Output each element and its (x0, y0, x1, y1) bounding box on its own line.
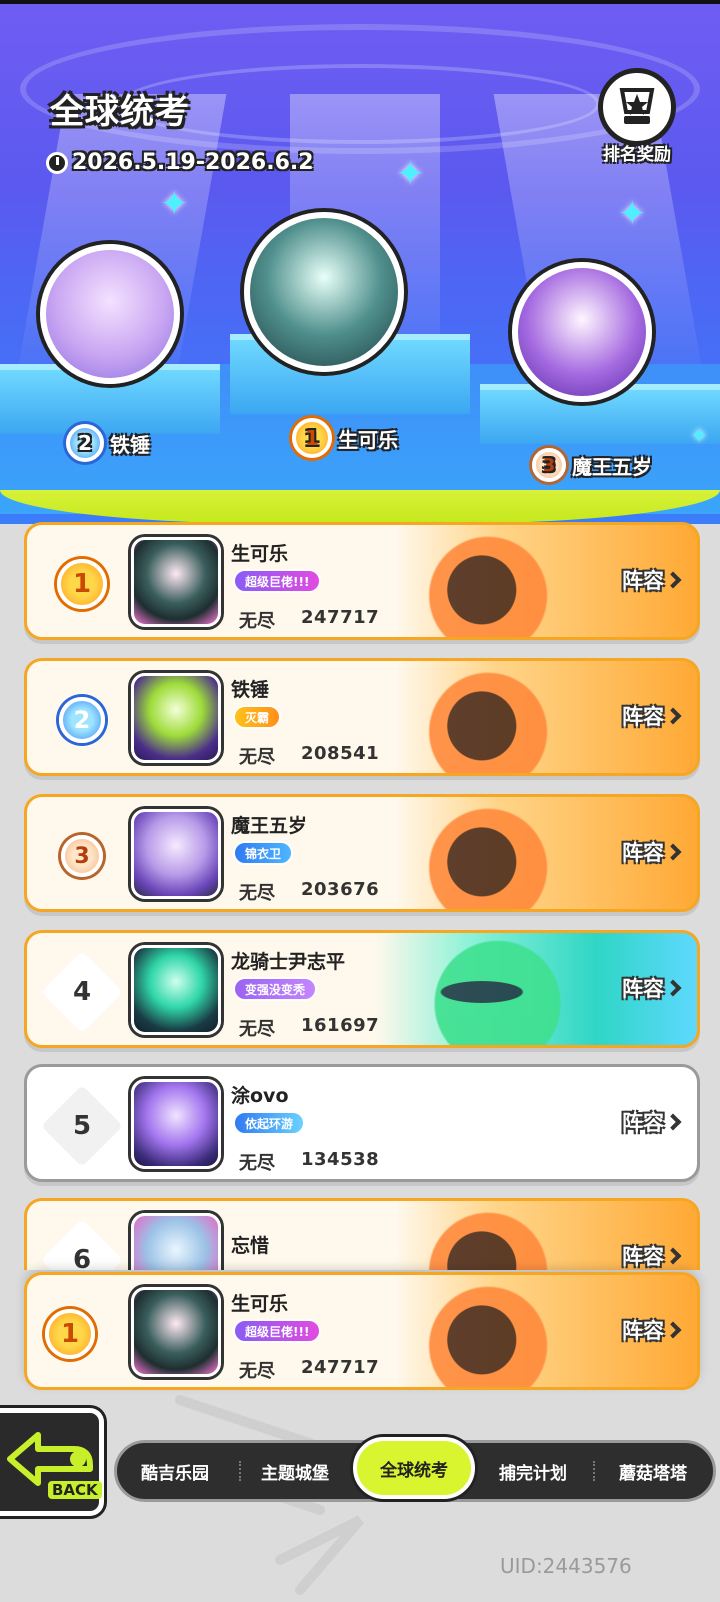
player-avatar[interactable] (131, 673, 221, 763)
podium-avatar-first[interactable] (244, 212, 404, 372)
rank-badge: 1 (292, 418, 332, 458)
lineup-button[interactable]: 阵容 (622, 973, 682, 1003)
chevron-right-icon (664, 979, 682, 997)
player-avatar[interactable] (131, 809, 221, 899)
chevron-right-icon (664, 1321, 682, 1339)
game-mode: 无尽 (239, 611, 275, 632)
game-mode: 无尽 (239, 1153, 275, 1174)
player-name: 魔王五岁 (231, 815, 308, 837)
back-arrow-icon (7, 1432, 93, 1486)
player-name: 生可乐 (231, 1293, 289, 1315)
player-avatar[interactable] (131, 945, 221, 1035)
podium-name-third: 3 魔王五岁 (532, 448, 652, 482)
player-avatar[interactable] (131, 1287, 221, 1377)
chevron-right-icon (664, 843, 682, 861)
leaderboard-row: 3 魔王五岁 锦衣卫 无尽 203676 阵容 (24, 794, 700, 912)
title-badge: 超级巨佬!!! (233, 569, 322, 593)
sparkle-icon: ✦ (396, 154, 425, 194)
player-name: 龙骑士尹志平 (231, 951, 346, 973)
chevron-right-icon (664, 1247, 682, 1265)
chevron-right-icon (664, 1113, 682, 1131)
chevron-right-icon (664, 571, 682, 589)
podium-avatar-third[interactable] (512, 262, 652, 402)
player-avatar[interactable] (131, 1079, 221, 1169)
rank-badge: 1 (45, 1309, 95, 1359)
game-mode: 无尽 (239, 747, 275, 768)
clock-icon (46, 151, 68, 174)
player-name: 生可乐 (231, 543, 289, 565)
player-name: 涂ovo (231, 1085, 289, 1107)
leaderboard-row: 2 铁锤 灭霸 无尽 208541 阵容 (24, 658, 700, 776)
rank-badge: 2 (66, 424, 104, 462)
title-badge: 依起环游 (233, 1111, 306, 1135)
title-badge: 灭霸 (233, 705, 282, 729)
rank-badge: 4 (40, 950, 124, 1034)
lineup-button[interactable]: 阵容 (622, 701, 682, 731)
player-score: 247717 (301, 1357, 380, 1378)
tab-theme-castle[interactable]: 主题城堡 (237, 1443, 353, 1499)
tab-kuji-park[interactable]: 酷吉乐园 (117, 1443, 233, 1499)
title-badge: 变强没变秃 (233, 977, 318, 1001)
leaderboard-row: 4 龙骑士尹志平 变强没变秃 无尽 161697 阵容 (24, 930, 700, 1048)
rank-badge: 5 (40, 1084, 124, 1168)
rank-badge: 2 (59, 697, 105, 743)
player-score: 134538 (301, 1149, 380, 1170)
chevron-right-icon (664, 707, 682, 725)
back-button[interactable]: BACK (0, 1408, 104, 1516)
rank-badge: 1 (57, 559, 107, 609)
sparkle-icon: ✦ (618, 194, 647, 234)
rank-badge: 3 (61, 835, 103, 877)
lineup-button[interactable]: 阵容 (622, 1315, 682, 1345)
leaderboard-row-partial: 6 忘惜 阵容 (24, 1198, 700, 1270)
sparkle-icon: ✦ (690, 424, 709, 449)
bottom-tab-bar: 酷吉乐园 主题城堡 全球统考 捕完计划 蘑菇塔塔 (114, 1437, 716, 1502)
page-title: 全球统考 (50, 92, 190, 132)
rank-badge: 3 (532, 448, 566, 482)
leaderboard-row: 5 涂ovo 依起环游 无尽 134538 阵容 (24, 1064, 700, 1182)
rank-badge: 6 (40, 1218, 124, 1270)
tab-mushroom-tower[interactable]: 蘑菇塔塔 (595, 1443, 711, 1499)
player-score: 161697 (301, 1015, 380, 1036)
trophy-icon (619, 88, 655, 124)
lineup-button[interactable]: 阵容 (622, 565, 682, 595)
lineup-button[interactable]: 阵容 (622, 1241, 682, 1270)
lineup-button[interactable]: 阵容 (622, 1107, 682, 1137)
user-id: UID:2443576 (500, 1554, 632, 1578)
player-score: 247717 (301, 607, 380, 628)
podium-name-second: 2 铁锤 (66, 424, 150, 462)
player-avatar[interactable] (131, 537, 221, 627)
my-rank-row: 1 生可乐 超级巨佬!!! 无尽 247717 阵容 (24, 1272, 700, 1390)
tab-capture-plan[interactable]: 捕完计划 (475, 1443, 591, 1499)
sparkle-icon: ✦ (160, 184, 189, 224)
slime-edge (0, 490, 720, 524)
podium-name-first: 1 生可乐 (292, 418, 398, 458)
podium-avatar-second[interactable] (40, 244, 180, 384)
rank-reward-button[interactable]: 排名奖励 (592, 68, 682, 168)
player-name: 忘惜 (231, 1235, 270, 1257)
lineup-button[interactable]: 阵容 (622, 837, 682, 867)
game-mode: 无尽 (239, 1019, 275, 1040)
game-mode: 无尽 (239, 883, 275, 904)
event-date: 2026.5.19-2026.6.2 (46, 150, 314, 175)
player-score: 203676 (301, 879, 380, 900)
title-badge: 超级巨佬!!! (233, 1319, 322, 1343)
player-name: 铁锤 (231, 679, 270, 701)
player-score: 208541 (301, 743, 380, 764)
title-badge: 锦衣卫 (233, 841, 294, 865)
leaderboard-row: 6 忘惜 阵容 (24, 1198, 700, 1270)
player-avatar[interactable] (131, 1213, 221, 1270)
tab-global-exam[interactable]: 全球统考 (353, 1437, 475, 1499)
leaderboard-row: 1 生可乐 超级巨佬!!! 无尽 247717 阵容 (24, 522, 700, 640)
